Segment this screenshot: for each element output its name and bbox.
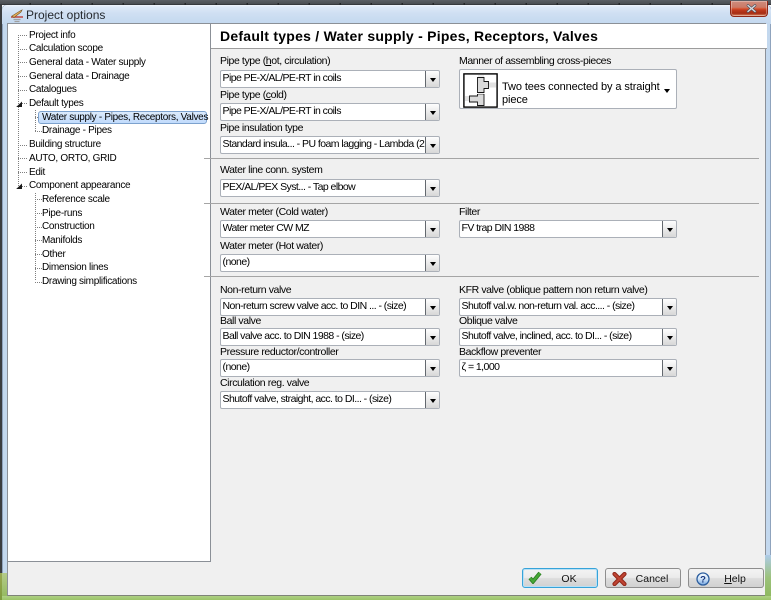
svg-text:?: ? xyxy=(700,575,706,586)
